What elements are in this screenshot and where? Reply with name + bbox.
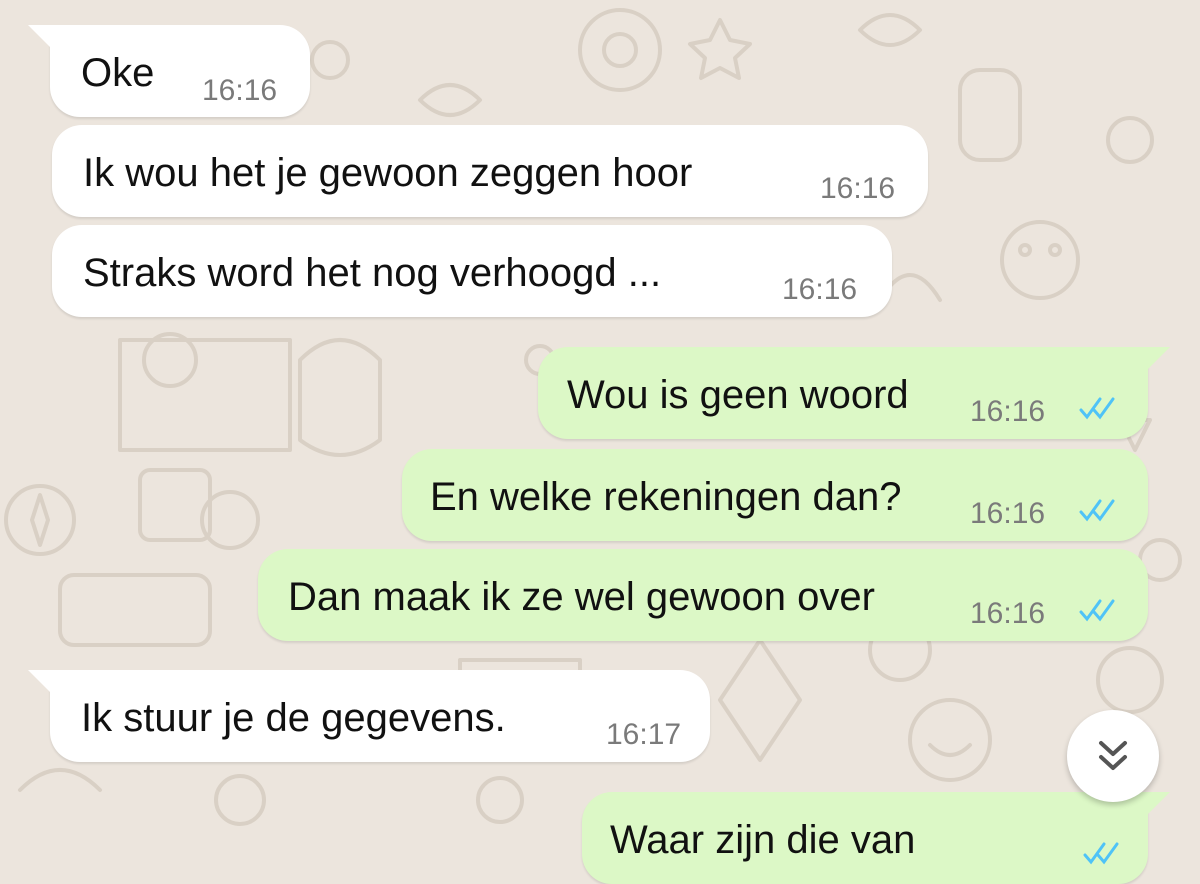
message-timestamp: 16:16 [970, 395, 1046, 428]
message-timestamp: 16:16 [782, 273, 858, 306]
message-text: Straks word het nog verhoogd ... [83, 251, 662, 295]
message-timestamp: 16:16 [970, 497, 1046, 530]
bubble-tail [1140, 347, 1170, 377]
message-text: Ik wou het je gewoon zeggen hoor [83, 151, 693, 195]
bubble-tail [28, 25, 58, 55]
message-text: En welke rekeningen dan? [430, 475, 902, 519]
message-text: Dan maak ik ze wel gewoon over [288, 575, 875, 619]
message-text: Oke [81, 51, 155, 95]
message-bubble-outgoing[interactable]: Wou is geen woord 16:16 [538, 347, 1170, 439]
message-bubble-incoming[interactable]: Straks word het nog verhoogd ... 16:16 [52, 225, 892, 317]
read-ticks-icon [1083, 842, 1119, 865]
bubble-tail [28, 670, 58, 700]
message-text: Wou is geen woord [567, 373, 909, 417]
read-ticks-icon [1079, 599, 1115, 622]
message-timestamp: 16:16 [820, 172, 896, 205]
message-bubble-outgoing[interactable]: En welke rekeningen dan? 16:16 [402, 449, 1148, 541]
bubble-tail [1140, 792, 1170, 822]
message-bubble-incoming[interactable]: Ik wou het je gewoon zeggen hoor 16:16 [52, 125, 928, 217]
message-bubble-outgoing[interactable]: Waar zijn die van [582, 792, 1170, 884]
double-chevron-down-icon [1099, 741, 1127, 770]
message-bubble-incoming[interactable]: Ik stuur je de gegevens. 16:17 [28, 670, 710, 762]
message-timestamp: 16:17 [606, 718, 682, 751]
scroll-to-bottom-button[interactable] [1067, 710, 1159, 802]
message-text: Waar zijn die van [610, 818, 916, 862]
read-ticks-icon [1079, 499, 1115, 522]
message-bubble-outgoing[interactable]: Dan maak ik ze wel gewoon over 16:16 [258, 549, 1148, 641]
message-timestamp: 16:16 [970, 597, 1046, 630]
message-text: Ik stuur je de gegevens. [81, 696, 506, 740]
message-bubble-incoming[interactable]: Oke 16:16 [28, 25, 310, 117]
message-timestamp: 16:16 [202, 74, 278, 107]
read-ticks-icon [1079, 397, 1115, 420]
